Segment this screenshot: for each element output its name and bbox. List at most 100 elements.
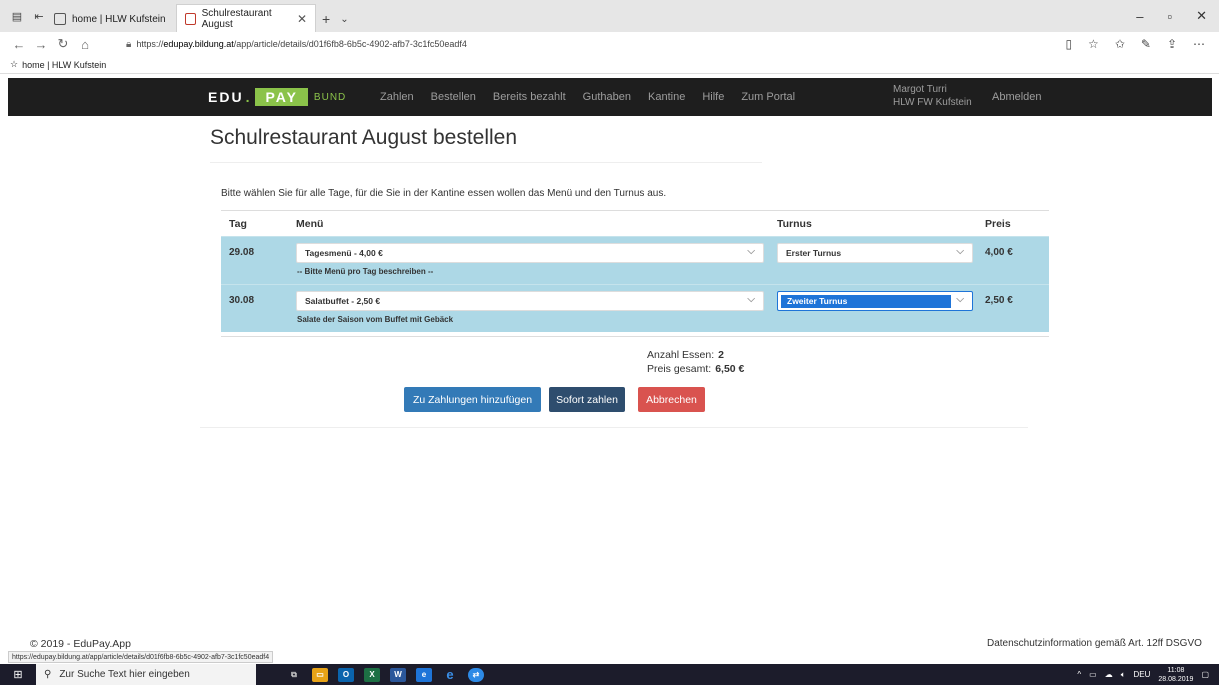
count-label: Anzahl Essen:	[647, 349, 715, 361]
page-icon	[54, 13, 66, 25]
chevron-down-icon: ⌵	[956, 246, 964, 257]
tab-actions-icon[interactable]: ▤	[10, 9, 24, 23]
language-indicator[interactable]: DEU	[1134, 670, 1151, 679]
nav-bestellen[interactable]: Bestellen	[431, 91, 476, 103]
reading-view-icon[interactable]: ▯	[1065, 37, 1072, 51]
edupay-favicon-icon	[185, 12, 196, 25]
volume-icon[interactable]: 🔈︎	[1121, 670, 1126, 680]
windows-start-icon[interactable]: ⊞	[0, 664, 36, 685]
tab-schulrestaurant[interactable]: Schulrestaurant August ✕	[176, 4, 316, 32]
home-icon[interactable]: ⌂	[74, 37, 96, 52]
taskbar-search[interactable]: ⚲ Zur Suche Text hier eingeben	[36, 664, 256, 685]
outlook-icon[interactable]: O	[338, 667, 354, 682]
url-domain: edupay.bildung.at	[163, 39, 234, 49]
refresh-icon[interactable]: ↻	[52, 36, 74, 52]
browser-tab-bar: ▤ ⇤ home | HLW Kufstein Schulrestaurant …	[0, 0, 1219, 32]
notifications-icon[interactable]: ▢	[1201, 670, 1209, 679]
nav-zum-portal[interactable]: Zum Portal	[741, 91, 795, 103]
clock[interactable]: 11:08 28.08.2019	[1158, 666, 1193, 684]
intro-text: Bitte wählen Sie für alle Tage, für die …	[221, 188, 667, 199]
table-header: Tag Menü Turnus Preis	[221, 210, 1049, 236]
app-navbar: EDU . PAY BUND Zahlen Bestellen Bereits …	[8, 78, 1212, 116]
forward-icon[interactable]: →	[30, 37, 52, 52]
brand-bund: BUND	[313, 91, 347, 103]
tab-label: home | HLW Kufstein	[72, 13, 166, 25]
maximize-icon[interactable]: ▫	[1167, 9, 1172, 24]
url-prefix: https://	[136, 39, 164, 49]
chevron-up-icon[interactable]: ^	[1077, 670, 1081, 679]
pay-now-button[interactable]: Sofort zahlen	[549, 387, 625, 412]
word-icon[interactable]: W	[390, 667, 406, 682]
nav-links: Zahlen Bestellen Bereits bezahlt Guthabe…	[380, 78, 795, 116]
user-name: Margot Turri	[893, 84, 947, 95]
tab-label: Schulrestaurant August	[201, 7, 272, 30]
teamviewer-icon[interactable]: ⇄	[468, 667, 484, 682]
pen-icon[interactable]: ✎	[1141, 37, 1151, 51]
status-url: https://edupay.bildung.at/app/article/de…	[8, 651, 274, 663]
favorites-icon[interactable]: ✩	[1115, 37, 1125, 51]
close-window-icon[interactable]: ✕	[1196, 8, 1207, 24]
menu-description: -- Bitte Menü pro Tag beschreiben --	[297, 267, 434, 276]
nav-zahlen[interactable]: Zahlen	[380, 91, 414, 103]
row-date: 30.08	[229, 295, 255, 306]
favorites-bar: ☆ home | HLW Kufstein	[0, 56, 1219, 74]
col-preis: Preis	[985, 217, 1011, 230]
brand-edu: EDU	[208, 89, 244, 105]
menu-select[interactable]: Salatbuffet - 2,50 € ⌵	[296, 291, 764, 311]
logout-link[interactable]: Abmelden	[992, 78, 1042, 116]
divider	[210, 162, 762, 163]
col-turnus: Turnus	[777, 217, 812, 230]
network-icon[interactable]: ▭	[1089, 670, 1097, 679]
divider	[221, 336, 1049, 337]
url-field[interactable]: 🔒︎ https://edupay.bildung.at/app/article…	[126, 39, 467, 50]
tab-aside-icon[interactable]: ⇤	[32, 9, 46, 23]
search-icon: ⚲	[44, 669, 52, 680]
search-placeholder: Zur Suche Text hier eingeben	[59, 669, 190, 680]
user-info[interactable]: Margot Turri HLW FW Kufstein	[893, 83, 972, 109]
address-bar: ← → ↻ ⌂ 🔒︎ https://edupay.bildung.at/app…	[0, 32, 1219, 56]
minimize-icon[interactable]: –	[1136, 9, 1143, 24]
url-path: /app/article/details/d01f6fb8-6b5c-4902-…	[233, 39, 467, 49]
back-icon[interactable]: ←	[8, 37, 30, 52]
share-icon[interactable]: ⇪	[1167, 37, 1177, 51]
brand-dot: .	[245, 89, 252, 105]
chevron-down-icon: ⌵	[747, 294, 755, 305]
ie-icon[interactable]: e	[442, 667, 458, 682]
page-title: Schulrestaurant August bestellen	[210, 126, 518, 149]
favorite-home-link[interactable]: home | HLW Kufstein	[22, 60, 106, 70]
total-value: 6,50 €	[715, 363, 745, 375]
turnus-select[interactable]: Zweiter Turnus ⌵	[777, 291, 973, 311]
favorite-star-icon[interactable]: ☆	[1088, 37, 1099, 51]
favorite-star-icon: ☆	[10, 59, 19, 69]
row-date: 29.08	[229, 247, 255, 258]
menu-select-value: Tagesmenü - 4,00 €	[305, 248, 383, 258]
edupay-logo[interactable]: EDU . PAY BUND	[208, 86, 346, 108]
row-price: 2,50 €	[985, 295, 1013, 306]
close-tab-icon[interactable]: ✕	[297, 12, 307, 26]
turnus-select-value: Zweiter Turnus	[781, 294, 951, 308]
nav-bereits-bezahlt[interactable]: Bereits bezahlt	[493, 91, 566, 103]
nav-hilfe[interactable]: Hilfe	[702, 91, 724, 103]
privacy-link[interactable]: Datenschutzinformation gemäß Art. 12ff D…	[987, 638, 1202, 649]
user-school: HLW FW Kufstein	[893, 97, 972, 108]
nav-guthaben[interactable]: Guthaben	[583, 91, 631, 103]
nav-kantine[interactable]: Kantine	[648, 91, 685, 103]
add-to-payments-button[interactable]: Zu Zahlungen hinzufügen	[404, 387, 541, 412]
excel-icon[interactable]: X	[364, 667, 380, 682]
divider	[200, 427, 1028, 428]
table-row: 29.08 Tagesmenü - 4,00 € ⌵ -- Bitte Menü…	[221, 236, 1049, 284]
more-icon[interactable]: ⋯	[1193, 37, 1205, 51]
turnus-select[interactable]: Erster Turnus ⌵	[777, 243, 973, 263]
chevron-down-icon[interactable]: ⌄	[340, 14, 348, 25]
edge-app-icon[interactable]: e	[416, 667, 432, 682]
file-explorer-icon[interactable]: ▭	[312, 667, 328, 682]
menu-select[interactable]: Tagesmenü - 4,00 € ⌵	[296, 243, 764, 263]
order-table: Tag Menü Turnus Preis 29.08 Tagesmenü - …	[221, 210, 1049, 332]
tab-home[interactable]: home | HLW Kufstein	[46, 6, 176, 32]
new-tab-icon[interactable]: +	[322, 11, 330, 27]
count-value: 2	[718, 349, 724, 361]
task-view-icon[interactable]: ⧉	[286, 668, 302, 682]
cloud-icon[interactable]: ☁	[1105, 670, 1113, 679]
lock-icon: 🔒︎	[126, 38, 132, 50]
cancel-button[interactable]: Abbrechen	[638, 387, 705, 412]
